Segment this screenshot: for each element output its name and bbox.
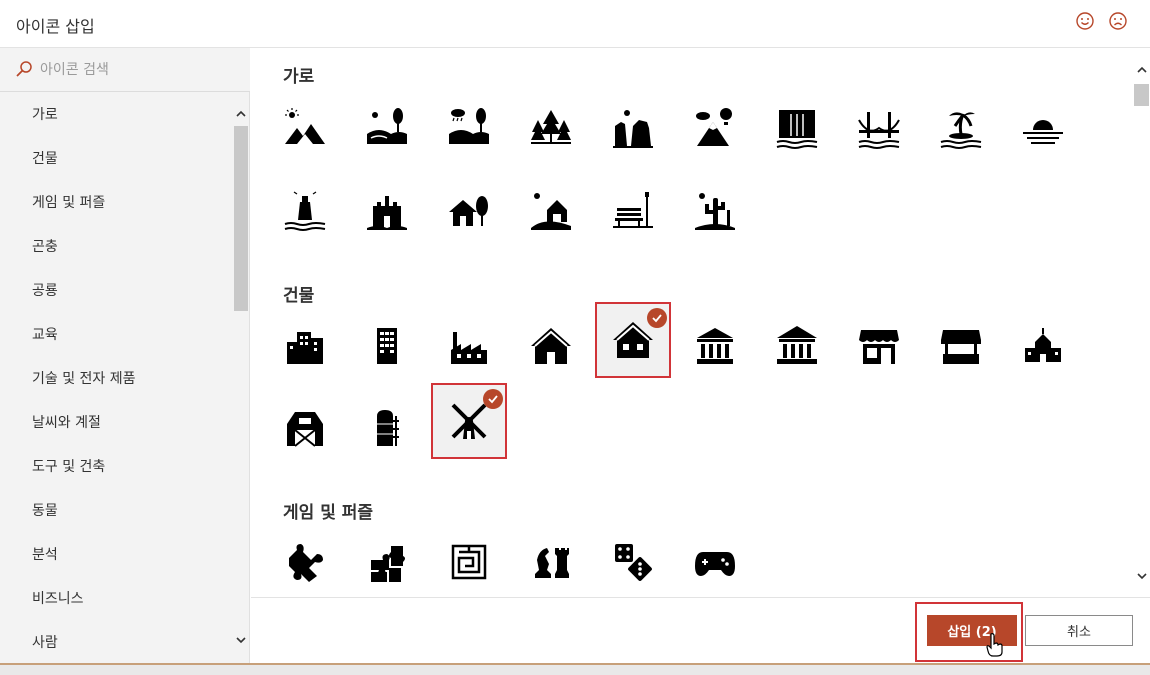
hills-trees-sun-icon[interactable] bbox=[349, 90, 425, 166]
museum-icon[interactable] bbox=[759, 308, 835, 384]
gallery-scroll-thumb[interactable] bbox=[1134, 84, 1149, 106]
mountains-sun-icon[interactable] bbox=[267, 90, 343, 166]
store-awning-icon[interactable] bbox=[841, 308, 917, 384]
category-item-education[interactable]: 교육 bbox=[0, 313, 232, 357]
section-title-landscape: 가로 bbox=[283, 67, 315, 87]
search-icon bbox=[16, 61, 32, 77]
gallery-scrollbar[interactable] bbox=[1133, 56, 1150, 586]
category-list: 가로 건물 게임 및 퍼즐 곤충 공룡 교육 기술 및 전자 제품 날씨와 계절… bbox=[0, 93, 232, 661]
category-item-insects[interactable]: 곤충 bbox=[0, 225, 232, 269]
windmill-icon[interactable] bbox=[431, 383, 507, 459]
category-item-weather[interactable]: 날씨와 계절 bbox=[0, 401, 232, 445]
house-tree-icon[interactable] bbox=[431, 172, 507, 248]
mountain-balloon-icon[interactable] bbox=[677, 90, 753, 166]
barn-sun-icon[interactable] bbox=[513, 172, 589, 248]
hills-trees-rain-icon[interactable] bbox=[431, 90, 507, 166]
office-tower-icon[interactable] bbox=[349, 308, 425, 384]
dialog-title: 아이콘 삽입 bbox=[16, 17, 95, 36]
sidebar-scrollbar[interactable] bbox=[232, 104, 250, 664]
barn-icon[interactable] bbox=[267, 390, 343, 466]
category-item-tools[interactable]: 도구 및 건축 bbox=[0, 445, 232, 489]
cancel-button[interactable]: 취소 bbox=[1025, 615, 1133, 646]
category-item-landscape[interactable]: 가로 bbox=[0, 93, 232, 137]
dice-icon[interactable] bbox=[595, 524, 671, 597]
house-windows-icon[interactable] bbox=[595, 302, 671, 378]
title-bar: 아이콘 삽입 bbox=[0, 0, 1150, 48]
section-title-buildings: 건물 bbox=[283, 286, 315, 306]
sunset-water-icon[interactable] bbox=[1005, 90, 1081, 166]
sidebar-scroll-thumb[interactable] bbox=[234, 126, 248, 311]
category-item-animals[interactable]: 동물 bbox=[0, 489, 232, 533]
gamepad-icon[interactable] bbox=[677, 524, 753, 597]
city-buildings-icon[interactable] bbox=[267, 308, 343, 384]
silo-icon[interactable] bbox=[349, 390, 425, 466]
house-icon[interactable] bbox=[513, 308, 589, 384]
chevron-up-icon[interactable] bbox=[1136, 64, 1148, 76]
section-title-games-puzzles: 게임 및 퍼즐 bbox=[283, 503, 374, 523]
search-input[interactable] bbox=[40, 59, 230, 81]
checkmark-icon bbox=[483, 389, 503, 409]
maze-icon[interactable] bbox=[431, 524, 507, 597]
bank-icon[interactable] bbox=[677, 308, 753, 384]
search-box bbox=[0, 48, 250, 92]
window-bottom-edge bbox=[0, 663, 1150, 675]
icon-gallery: 가로 건물 게임 및 퍼즐 bbox=[251, 48, 1150, 597]
category-item-technology[interactable]: 기술 및 전자 제품 bbox=[0, 357, 232, 401]
castle-icon[interactable] bbox=[349, 172, 425, 248]
factory-icon[interactable] bbox=[431, 308, 507, 384]
category-item-games-puzzles[interactable]: 게임 및 퍼즐 bbox=[0, 181, 232, 225]
category-item-buildings[interactable]: 건물 bbox=[0, 137, 232, 181]
hand-cursor-icon bbox=[986, 633, 1003, 657]
waterfall-icon[interactable] bbox=[759, 90, 835, 166]
park-bench-icon[interactable] bbox=[595, 172, 671, 248]
chess-pieces-icon[interactable] bbox=[513, 524, 589, 597]
canyon-sun-icon[interactable] bbox=[595, 90, 671, 166]
category-item-analytics[interactable]: 분석 bbox=[0, 533, 232, 577]
category-item-people[interactable]: 사람 bbox=[0, 621, 232, 661]
pine-forest-icon[interactable] bbox=[513, 90, 589, 166]
bridge-icon[interactable] bbox=[841, 90, 917, 166]
category-item-dinosaurs[interactable]: 공룡 bbox=[0, 269, 232, 313]
chevron-down-icon[interactable] bbox=[235, 634, 247, 646]
market-stall-icon[interactable] bbox=[923, 308, 999, 384]
desert-cactus-icon[interactable] bbox=[677, 172, 753, 248]
puzzle-pieces-icon[interactable] bbox=[349, 524, 425, 597]
checkmark-icon bbox=[647, 308, 667, 328]
smile-feedback-icon[interactable] bbox=[1074, 10, 1096, 32]
dialog-footer: 삽입 (2) 취소 bbox=[251, 597, 1150, 663]
lighthouse-icon[interactable] bbox=[267, 172, 343, 248]
chevron-down-icon[interactable] bbox=[1136, 570, 1148, 582]
category-item-business[interactable]: 비즈니스 bbox=[0, 577, 232, 621]
puzzle-piece-icon[interactable] bbox=[267, 524, 343, 597]
palm-island-icon[interactable] bbox=[923, 90, 999, 166]
insert-icons-dialog: 아이콘 삽입 가로 건물 게임 및 퍼즐 곤충 공룡 교육 기술 및 전자 제품… bbox=[0, 0, 1150, 675]
category-sidebar: 가로 건물 게임 및 퍼즐 곤충 공룡 교육 기술 및 전자 제품 날씨와 계절… bbox=[0, 48, 250, 663]
frown-feedback-icon[interactable] bbox=[1107, 10, 1129, 32]
school-icon[interactable] bbox=[1005, 308, 1081, 384]
chevron-up-icon[interactable] bbox=[235, 108, 247, 120]
